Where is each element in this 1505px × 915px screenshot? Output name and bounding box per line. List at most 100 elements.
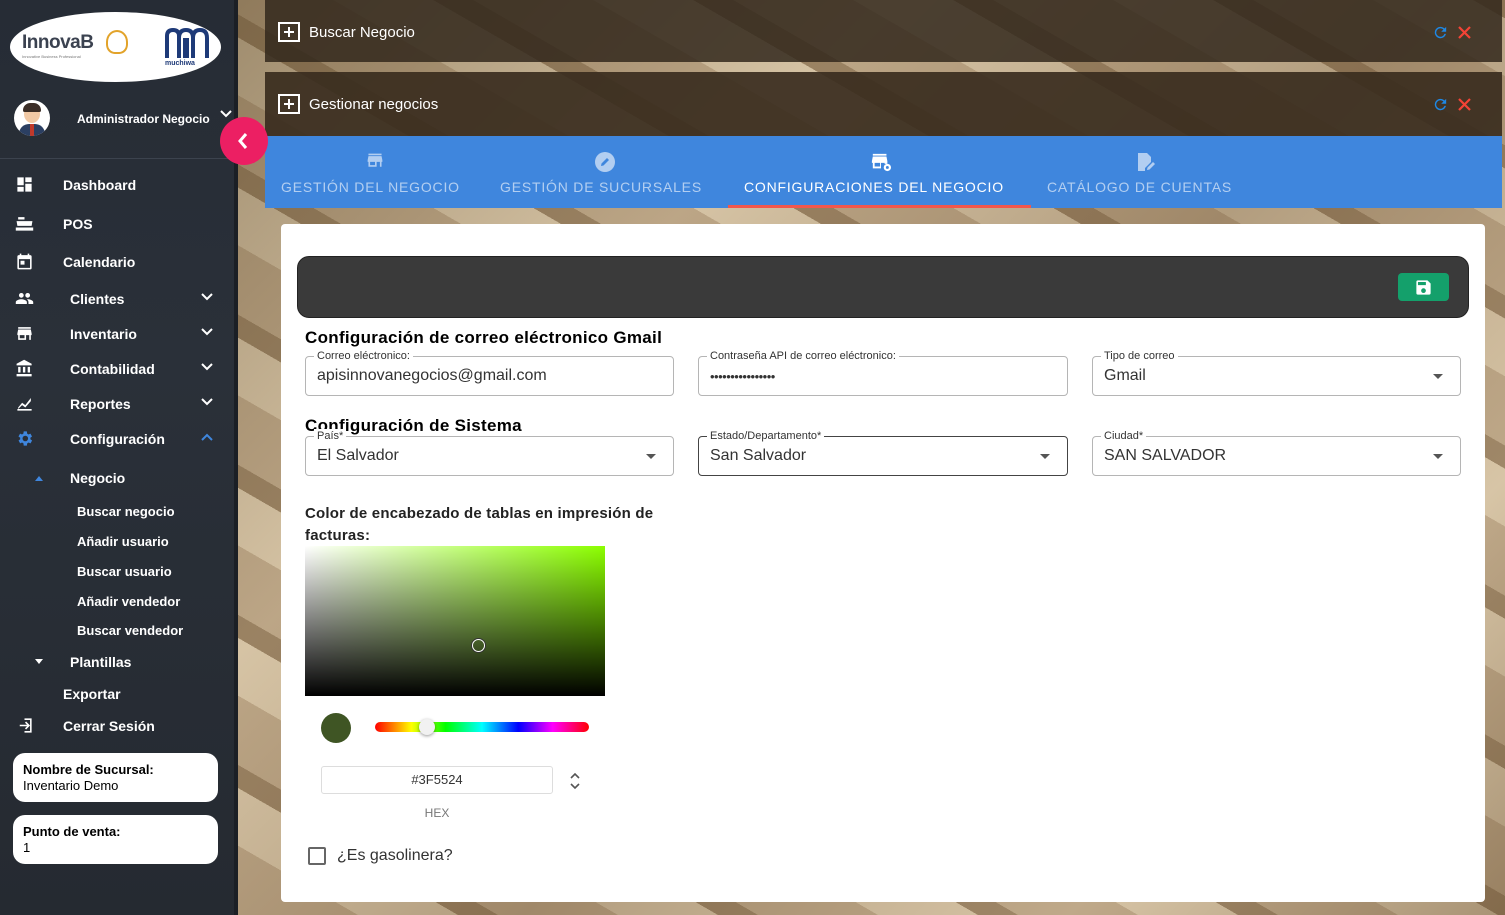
lightbulb-icon — [106, 30, 128, 54]
sidebar-item-clientes[interactable]: Clientes — [0, 283, 234, 313]
branch-value: Inventario Demo — [23, 778, 119, 793]
sidebar-item-buscar-negocio[interactable]: Buscar negocio — [77, 504, 175, 519]
dashboard-icon — [17, 177, 32, 192]
country-select[interactable]: País* El Salvador — [305, 429, 674, 476]
hex-input[interactable]: #3F5524 — [321, 766, 553, 794]
logo-text: InnovaB — [22, 32, 94, 53]
chevron-down-icon — [201, 293, 213, 301]
logo: InnovaB Innovative Business Professional… — [10, 12, 221, 82]
chevron-left-icon — [238, 133, 248, 149]
form-toolbar — [297, 256, 1469, 318]
sidebar-item-contabilidad[interactable]: Contabilidad — [0, 353, 234, 383]
add-box-icon — [278, 22, 300, 42]
chevron-up-icon — [201, 433, 213, 441]
sidebar-item-label: Clientes — [70, 291, 125, 307]
user-menu[interactable]: Administrador Negocio — [0, 100, 238, 140]
gas-station-label: ¿Es gasolinera? — [337, 847, 453, 864]
tab-label: GESTIÓN DEL NEGOCIO — [281, 179, 460, 195]
sidebar-item-exportar[interactable]: Exportar — [63, 686, 121, 702]
email-field-value: apisinnovanegocios@gmail.com — [317, 367, 547, 384]
sidebar-item-buscar-usuario[interactable]: Buscar usuario — [77, 564, 172, 579]
api-password-field[interactable]: Contraseña API de correo eléctronico: ••… — [698, 349, 1068, 396]
muchiwa-logo-icon — [165, 27, 209, 58]
chevron-down-icon — [201, 398, 213, 406]
chevron-down-icon — [201, 328, 213, 336]
search-business-panel-header: Buscar Negocio — [265, 0, 1502, 62]
mail-type-select[interactable]: Tipo de correo Gmail — [1092, 349, 1461, 396]
sidebar-item-logout[interactable]: Cerrar Sesión — [0, 710, 234, 740]
refresh-icon[interactable] — [1432, 96, 1449, 113]
sidebar-item-dashboard[interactable]: Dashboard — [0, 169, 234, 199]
user-name: Administrador Negocio — [77, 112, 210, 126]
logo2-text: muchiwa — [165, 60, 195, 67]
email-field[interactable]: Correo eléctronico: apisinnovanegocios@g… — [305, 349, 674, 396]
close-icon[interactable] — [1457, 25, 1472, 40]
state-label: Estado/Departamento* — [707, 429, 825, 443]
tab-gestion-negocio[interactable]: GESTIÓN DEL NEGOCIO — [265, 136, 483, 208]
gas-station-checkbox[interactable] — [308, 847, 326, 865]
color-cursor[interactable] — [472, 639, 485, 652]
city-select[interactable]: Ciudad* SAN SALVADOR — [1092, 429, 1461, 476]
caret-down-icon — [35, 659, 43, 664]
pos-value: 1 — [23, 840, 31, 855]
sidebar-item-inventario[interactable]: Inventario — [0, 318, 234, 348]
hue-slider[interactable] — [375, 719, 589, 735]
tab-configuraciones-negocio[interactable]: CONFIGURACIONES DEL NEGOCIO — [728, 136, 1031, 208]
refresh-icon[interactable] — [1432, 24, 1449, 41]
tab-catalogo-cuentas[interactable]: CATÁLOGO DE CUENTAS — [1031, 136, 1256, 208]
store-settings-icon — [871, 153, 891, 172]
tab-label: CONFIGURACIONES DEL NEGOCIO — [744, 179, 1004, 195]
hue-slider-thumb[interactable] — [419, 719, 435, 735]
state-select[interactable]: Estado/Departamento* San Salvador — [698, 429, 1068, 476]
city-value: SAN SALVADOR — [1104, 447, 1227, 464]
sidebar-item-buscar-vendedor[interactable]: Buscar vendedor — [77, 623, 183, 638]
branch-title: Nombre de Sucursal: — [23, 762, 154, 777]
sidebar-item-anadir-vendedor[interactable]: Añadir vendedor — [77, 594, 180, 609]
edit-document-icon — [1138, 153, 1155, 171]
close-icon[interactable] — [1457, 97, 1472, 112]
sidebar: InnovaB Innovative Business Professional… — [0, 0, 238, 915]
gmail-section-title: Configuración de correo eléctronico Gmai… — [305, 328, 663, 347]
country-label: País* — [314, 429, 347, 443]
sidebar-item-negocio[interactable]: Negocio — [70, 470, 125, 486]
state-value: San Salvador — [710, 447, 807, 464]
panel-title: Buscar Negocio — [309, 24, 415, 41]
sidebar-item-label: Calendario — [63, 254, 136, 270]
collapse-sidebar-button[interactable] — [220, 117, 268, 165]
sidebar-item-anadir-usuario[interactable]: Añadir usuario — [77, 534, 169, 549]
chart-icon — [17, 397, 32, 411]
tab-label: CATÁLOGO DE CUENTAS — [1047, 179, 1233, 195]
hex-format-label: HEX — [424, 806, 450, 820]
branch-card: Nombre de Sucursal: Inventario Demo — [13, 753, 218, 802]
dropdown-arrow-icon — [646, 454, 656, 459]
add-box-icon — [278, 94, 300, 114]
calendar-icon — [17, 253, 32, 270]
people-icon — [15, 292, 34, 305]
format-toggle-icon[interactable] — [568, 769, 582, 793]
sidebar-item-reportes[interactable]: Reportes — [0, 388, 234, 418]
dropdown-arrow-icon — [1040, 454, 1050, 459]
manage-business-panel-header: Gestionar negocios — [265, 72, 1502, 136]
sidebar-item-configuracion[interactable]: Configuración — [0, 423, 234, 453]
sidebar-item-plantillas[interactable]: Plantillas — [70, 654, 131, 670]
pos-title: Punto de venta: — [23, 824, 121, 839]
color-picker-title: Color de encabezado de tablas en impresi… — [305, 505, 654, 544]
sidebar-item-calendario[interactable]: Calendario — [0, 246, 234, 276]
save-button[interactable] — [1398, 273, 1449, 301]
tab-gestion-sucursales[interactable]: GESTIÓN DE SUCURSALES — [483, 136, 728, 208]
save-icon — [1416, 280, 1431, 295]
avatar — [14, 100, 50, 136]
api-password-label: Contraseña API de correo eléctronico: — [707, 349, 899, 363]
bank-icon — [16, 359, 32, 377]
tab-bar: GESTIÓN DEL NEGOCIO GESTIÓN DE SUCURSALE… — [265, 136, 1502, 208]
color-saturation-area[interactable] — [305, 546, 605, 696]
dropdown-arrow-icon — [1433, 374, 1443, 379]
panel-title: Gestionar negocios — [309, 96, 439, 113]
sidebar-item-pos[interactable]: POS — [0, 208, 234, 238]
logo-subtext: Innovative Business Professional — [22, 54, 81, 59]
edit-circle-icon — [595, 152, 615, 172]
city-label: Ciudad* — [1101, 429, 1147, 443]
color-swatch — [321, 713, 351, 743]
api-password-value: •••••••••••••••• — [710, 369, 775, 384]
mail-type-value: Gmail — [1104, 367, 1146, 384]
